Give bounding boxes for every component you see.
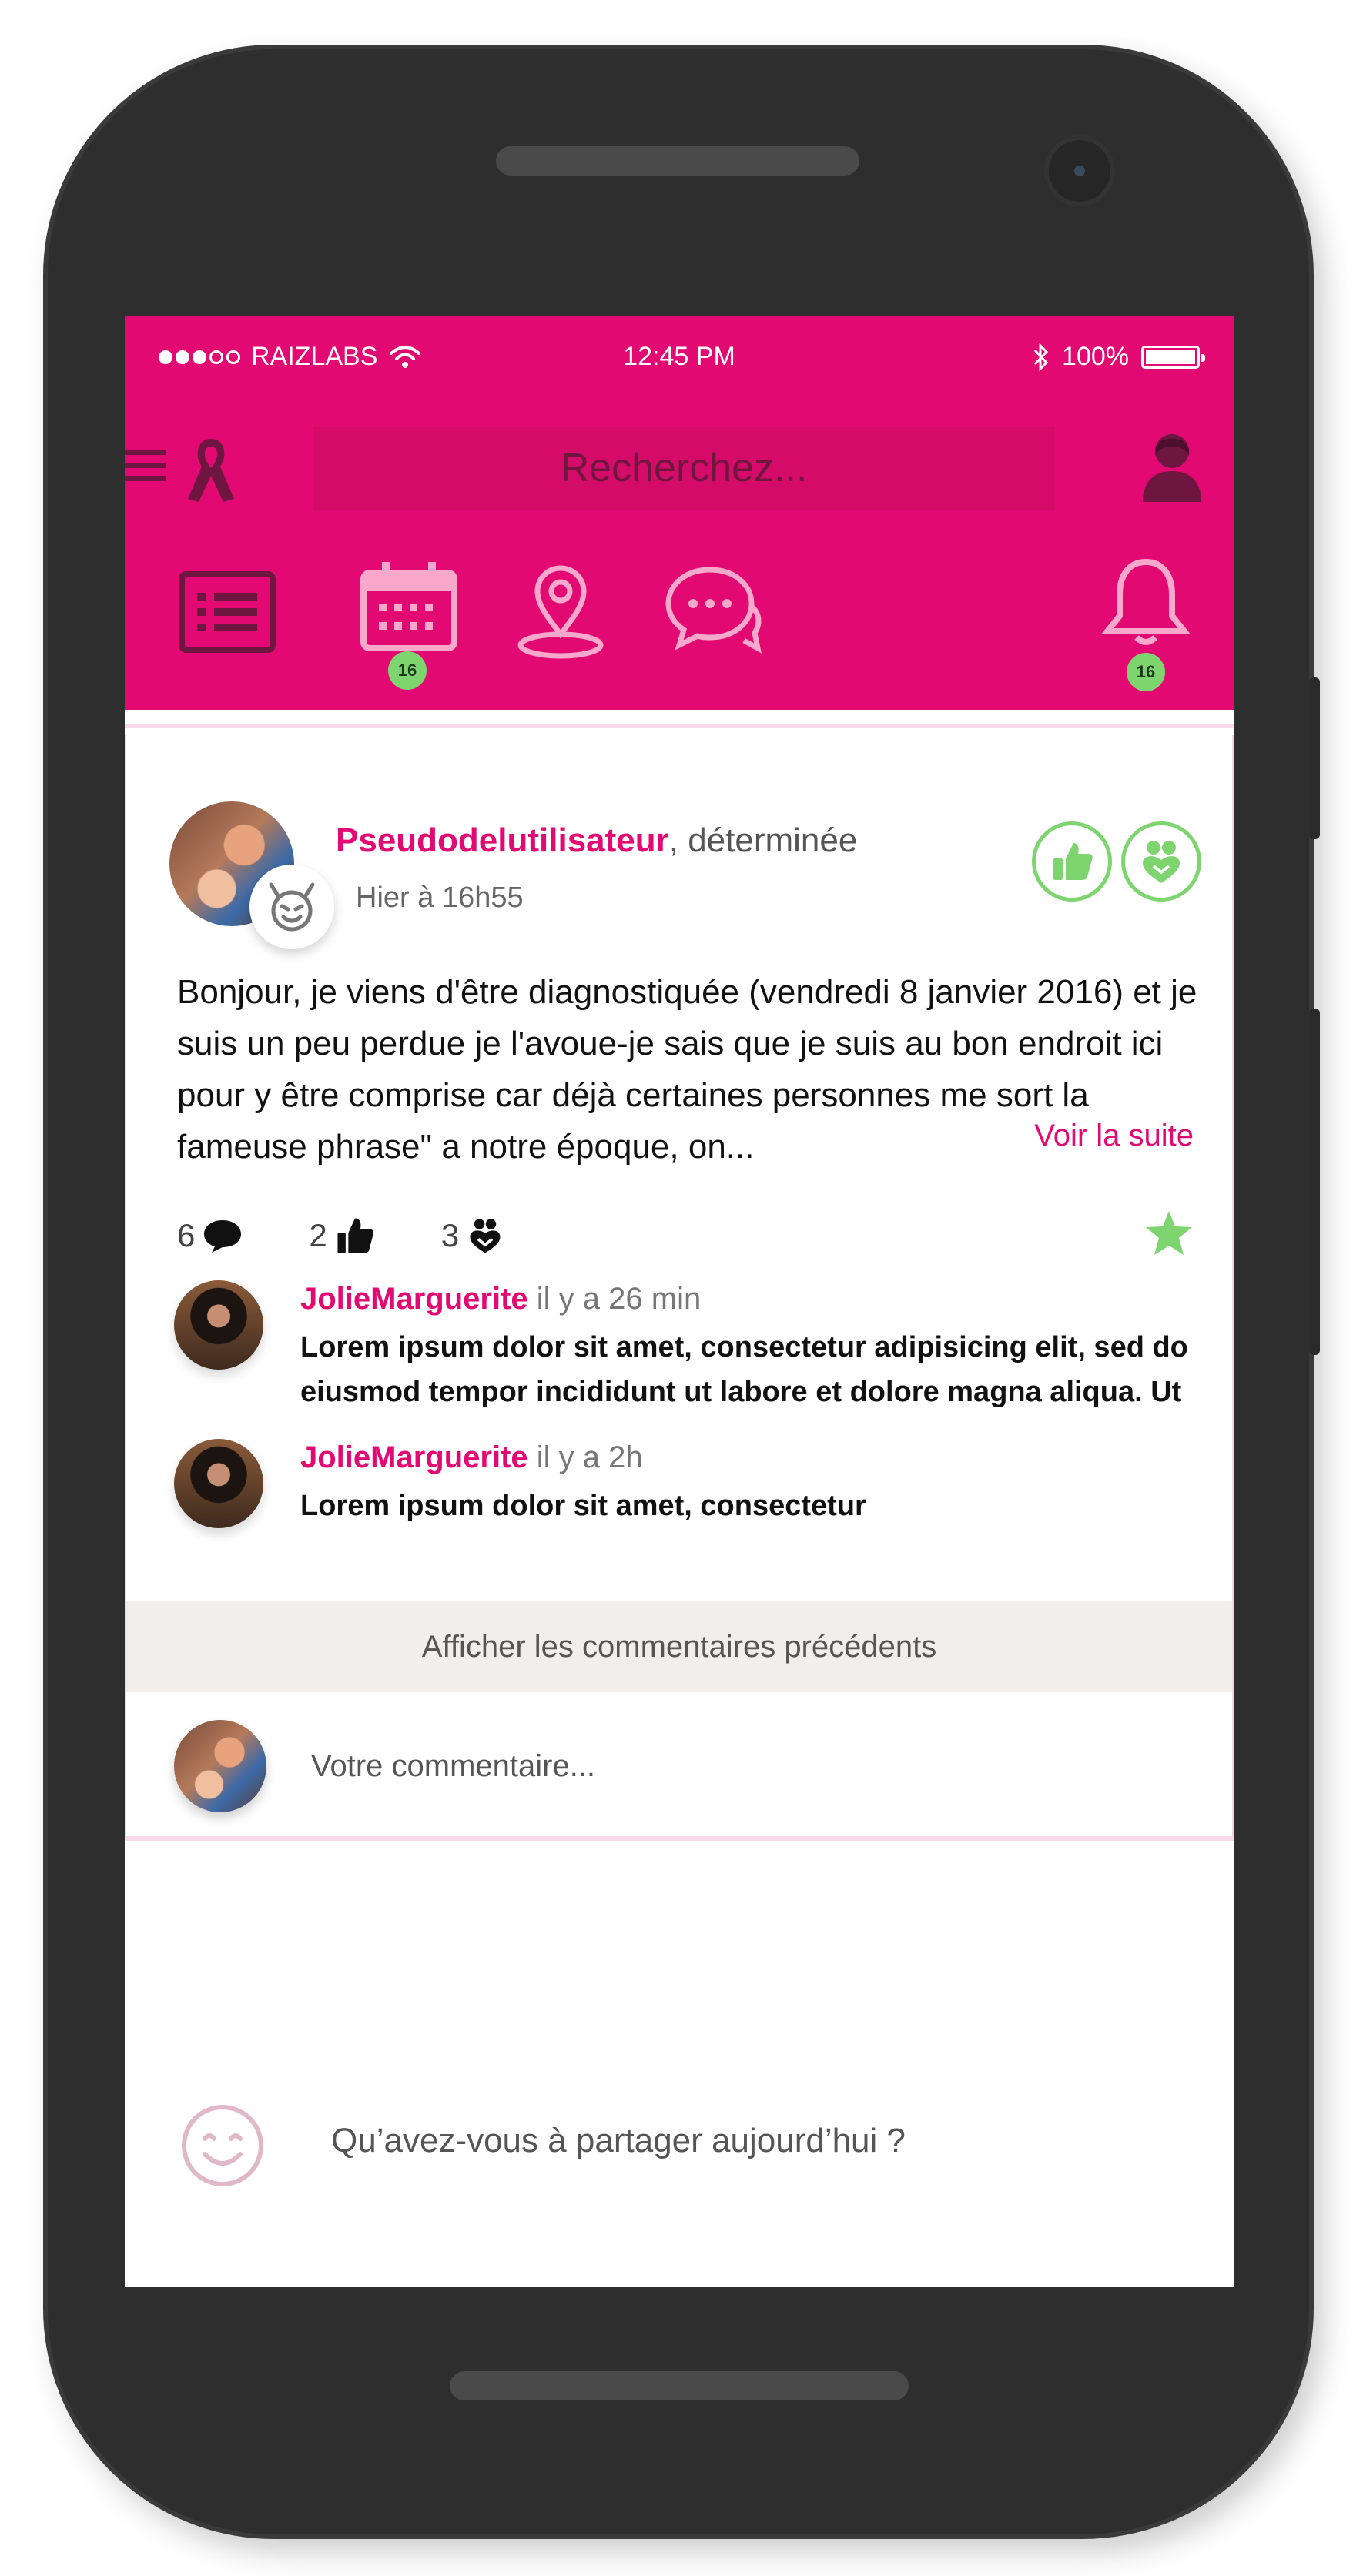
like-button[interactable]: [1032, 821, 1112, 902]
status-right: 100%: [1033, 342, 1205, 372]
post-stats: 6 2 3: [177, 1205, 1194, 1266]
header-divider: [125, 724, 1234, 728]
notifications-badge: 16: [1127, 653, 1165, 691]
home-indicator: [450, 2371, 909, 2400]
list-icon: [179, 571, 276, 653]
main-nav: 16 16: [125, 547, 1234, 701]
comment-input[interactable]: [311, 1735, 1158, 1797]
post-author-line: Pseudodelutilisateur, déterminée: [336, 821, 857, 860]
comment-item: JolieMarguerite il y a 2h Lorem ipsum do…: [174, 1439, 1206, 1531]
thumbs-up-icon: [1053, 843, 1093, 880]
comment-header: JolieMarguerite il y a 2h: [300, 1440, 643, 1475]
volume-button: [1309, 1009, 1320, 1355]
nav-map[interactable]: [514, 564, 607, 664]
earpiece-speaker: [496, 146, 859, 176]
comment-avatar[interactable]: [174, 1280, 263, 1370]
profile-icon[interactable]: [1138, 428, 1206, 503]
nav-calendar[interactable]: 16: [359, 560, 459, 691]
menu-icon[interactable]: [125, 439, 174, 493]
comment-count[interactable]: 6: [177, 1217, 243, 1254]
front-camera: [1044, 135, 1115, 206]
bell-icon: [1100, 558, 1191, 645]
hearts-icon: [470, 1219, 501, 1253]
devil-icon: [269, 882, 315, 932]
see-more-link[interactable]: Voir la suite: [1034, 1119, 1194, 1153]
power-button: [1309, 677, 1320, 839]
status-bar: RAIZLABS 12:45 PM 100%: [125, 316, 1234, 400]
share-prompt[interactable]: Qu’avez-vous à partager aujourd’hui ?: [331, 2122, 906, 2160]
calendar-badge: 16: [388, 651, 427, 690]
ribbon-icon[interactable]: [179, 433, 243, 507]
comment-count-value: 6: [177, 1217, 196, 1253]
nav-notifications[interactable]: 16: [1100, 556, 1192, 694]
comment-header: JolieMarguerite il y a 26 min: [300, 1282, 701, 1316]
like-count-value: 2: [309, 1217, 327, 1253]
show-previous-comments-button[interactable]: Afficher les commentaires précédents: [126, 1601, 1232, 1692]
heart-count-value: 3: [440, 1217, 460, 1253]
comment-text: Lorem ipsum dolor sit amet, consectetur: [300, 1490, 866, 1522]
comment-time: il y a 26 min: [536, 1282, 702, 1316]
speech-bubble-icon: [204, 1220, 242, 1253]
comment-composer: [126, 1692, 1232, 1831]
comment-item: JolieMarguerite il y a 26 min Lorem ipsu…: [174, 1280, 1206, 1419]
location-pin-icon: [517, 565, 604, 659]
battery-icon: [1141, 345, 1205, 369]
app-screen: RAIZLABS 12:45 PM 100% Recherchez... 16 …: [125, 316, 1234, 2287]
comment-avatar[interactable]: [174, 1439, 263, 1528]
share-composer[interactable]: Qu’avez-vous à partager aujourd’hui ?: [125, 2086, 1234, 2210]
post-author[interactable]: Pseudodelutilisateur: [336, 821, 669, 859]
mood-badge: [249, 865, 334, 949]
calendar-icon: [360, 562, 457, 651]
current-user-avatar: [174, 1720, 266, 1812]
hearts-icon: [1143, 841, 1180, 883]
like-count[interactable]: 2: [309, 1216, 374, 1256]
app-header: RAIZLABS 12:45 PM 100% Recherchez... 16 …: [125, 316, 1234, 710]
search-input[interactable]: [313, 427, 1055, 510]
star-icon[interactable]: [1144, 1209, 1194, 1257]
chat-icon: [665, 567, 762, 654]
smiley-icon[interactable]: [180, 2103, 265, 2188]
post-card: Pseudodelutilisateur, déterminée Hier à …: [125, 735, 1234, 1836]
post-author-status: , déterminée: [668, 821, 858, 859]
reaction-buttons: [1032, 821, 1201, 902]
comment-author[interactable]: JolieMarguerite: [300, 1282, 528, 1316]
heart-count[interactable]: 3: [441, 1216, 504, 1256]
post-timestamp: Hier à 16h55: [356, 882, 524, 914]
battery-label: 100%: [1062, 342, 1129, 371]
nav-messages[interactable]: [664, 564, 764, 664]
comment-time: il y a 2h: [536, 1440, 643, 1474]
nav-feed[interactable]: [179, 571, 276, 653]
bluetooth-icon: [1033, 342, 1049, 372]
top-toolbar: [125, 416, 1234, 516]
support-button[interactable]: [1121, 821, 1201, 902]
thumbs-up-icon: [337, 1218, 373, 1253]
card-bottom-divider: [125, 1836, 1234, 1841]
comment-text: Lorem ipsum dolor sit amet, consectetur …: [300, 1331, 1188, 1408]
comment-author[interactable]: JolieMarguerite: [300, 1440, 528, 1474]
